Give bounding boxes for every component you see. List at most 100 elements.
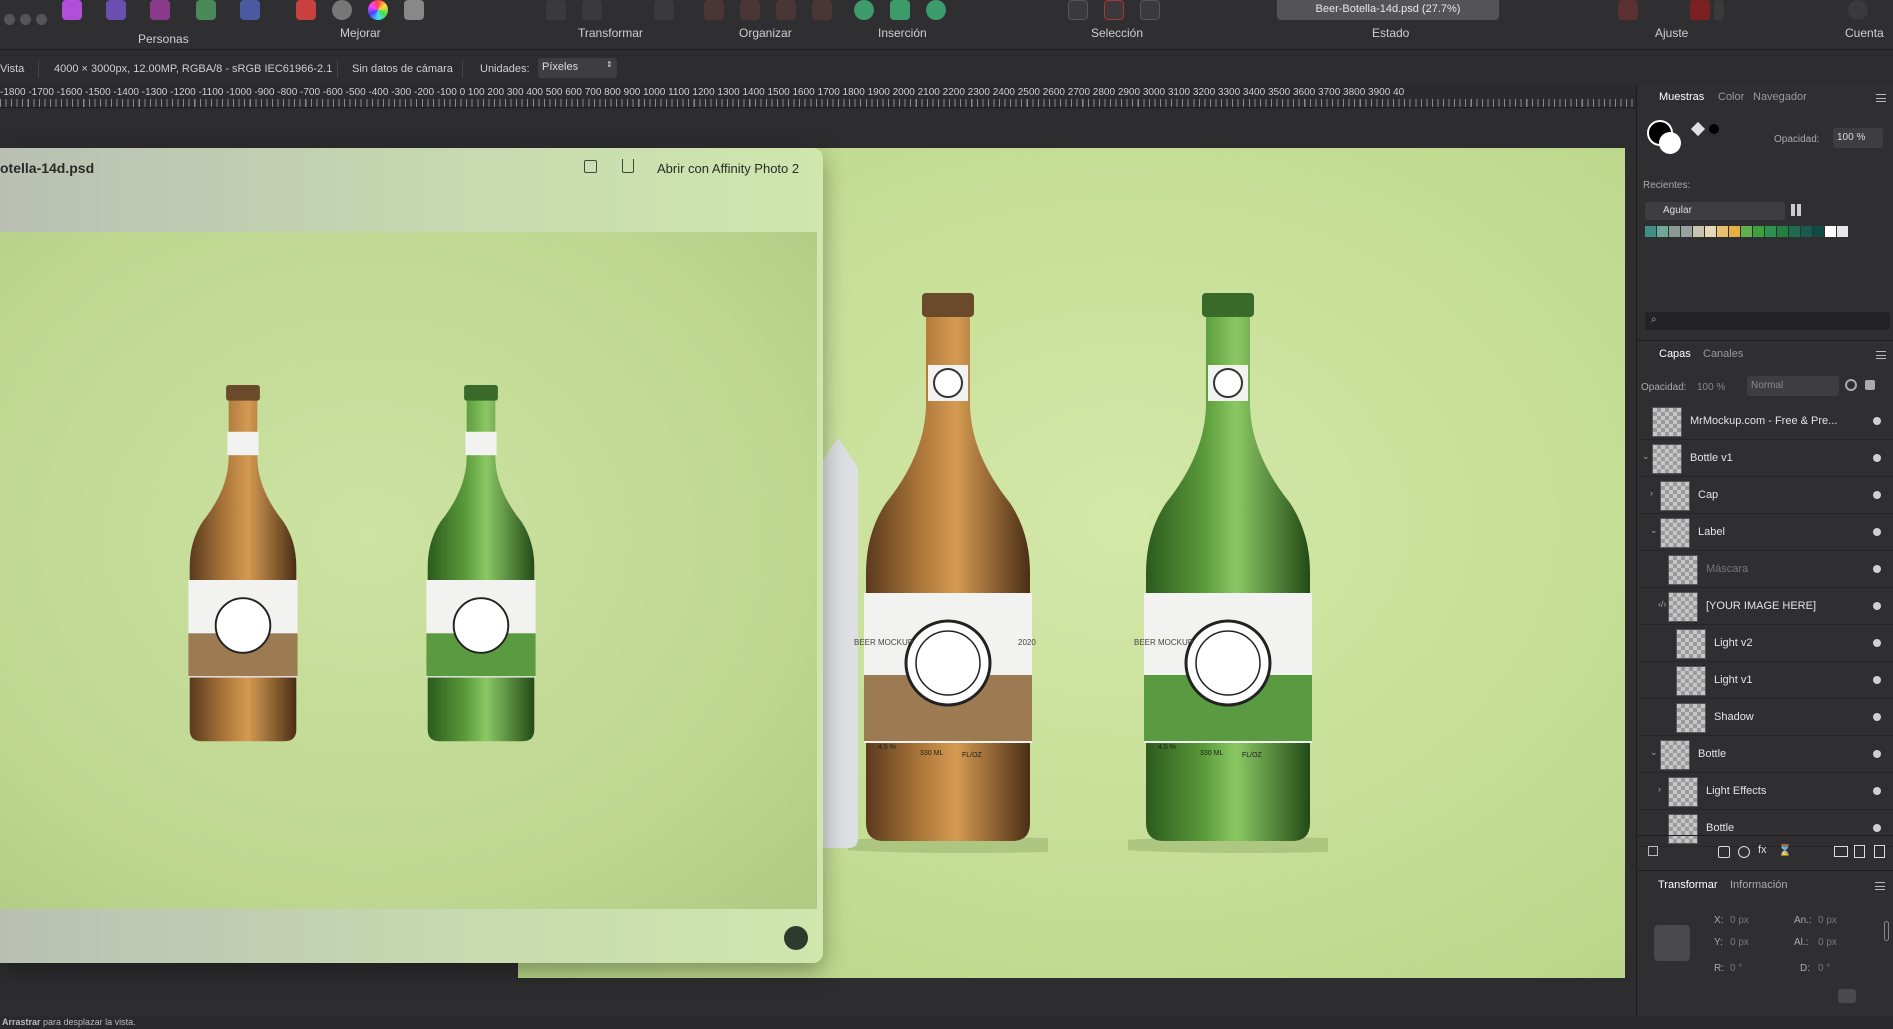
swatch[interactable] [1765,226,1776,237]
chevron-icon[interactable]: › [1650,488,1653,498]
visibility-icon[interactable] [1873,417,1881,425]
window-dot-icon[interactable] [4,14,15,25]
swatch[interactable] [1729,226,1740,237]
photo-persona-icon[interactable] [62,0,82,20]
visibility-icon[interactable] [1873,713,1881,721]
arrange-forward-icon[interactable] [740,0,760,20]
layer-row[interactable]: ⌄ Bottle v1 [1638,440,1893,477]
insert-inside-icon[interactable] [854,0,874,20]
visibility-icon[interactable] [1873,676,1881,684]
color-wheel-icon[interactable] [368,0,388,20]
swatch-opacity-field[interactable]: 100 % [1833,128,1883,148]
chevron-icon[interactable]: › [1658,784,1661,794]
panel-menu-icon[interactable] [1875,882,1885,890]
insert-top-icon[interactable] [926,0,946,20]
link-icon[interactable] [1884,921,1889,941]
swatch[interactable] [1741,226,1752,237]
swatch-search-input[interactable]: ⌕ [1645,312,1890,330]
flip-horizontal-icon[interactable] [546,0,566,20]
tone-mapping-persona-icon[interactable] [196,0,216,20]
swatch[interactable] [1693,226,1704,237]
visibility-icon[interactable] [1873,565,1881,573]
visibility-icon[interactable] [1873,491,1881,499]
duplicate-icon[interactable] [1648,846,1658,856]
color-dot-icon[interactable] [1709,124,1719,134]
chevron-icon[interactable]: ⌄ [1642,451,1650,462]
fullscreen-icon[interactable] [584,160,597,173]
flip-vertical-icon[interactable] [582,0,602,20]
mask-icon[interactable] [1718,846,1730,858]
shear-field[interactable]: 0 ° [1818,963,1830,974]
folder-icon[interactable] [1834,846,1848,857]
tab-informacion[interactable]: Información [1730,879,1787,891]
quicklook-window[interactable]: otella-14d.psd Abrir con Affinity Photo … [0,148,823,963]
swatch[interactable] [1825,226,1836,237]
tab-capas[interactable]: Capas [1659,348,1691,360]
layer-opacity-value[interactable]: 100 % [1697,382,1725,393]
develop-persona-icon[interactable] [150,0,170,20]
gear-icon[interactable] [1845,379,1857,391]
fx-icon[interactable]: fx [1758,844,1767,856]
anchor-grid-icon[interactable] [1654,925,1690,961]
deselect-icon[interactable] [1104,0,1124,20]
x-field[interactable]: 0 px [1730,915,1749,926]
arrange-front-icon[interactable] [704,0,724,20]
blend-mode-select[interactable]: Normal [1747,376,1839,396]
live-filter-icon[interactable]: ⌛ [1778,844,1792,857]
swatch[interactable] [1717,226,1728,237]
layer-row[interactable]: › Cap [1638,477,1893,514]
red-eye-icon[interactable] [296,0,316,20]
arrange-backward-icon[interactable] [812,0,832,20]
swatch[interactable] [1705,226,1716,237]
units-select[interactable]: Píxeles ⇕ [538,58,617,78]
layer-row[interactable]: › Light Effects [1638,773,1893,810]
window-dot-icon[interactable] [20,14,31,25]
palette-select[interactable]: Agular [1645,202,1785,220]
layer-row[interactable]: Light v2 [1638,625,1893,662]
export-persona-icon[interactable] [240,0,260,20]
visibility-icon[interactable] [1873,639,1881,647]
swatch[interactable] [1669,226,1680,237]
rotation-field[interactable]: 0 ° [1730,963,1742,974]
layer-row[interactable]: ⌄ Bottle [1638,736,1893,773]
chevron-down-icon[interactable] [1714,0,1724,20]
select-all-icon[interactable] [1068,0,1088,20]
rotate-icon[interactable] [654,0,674,20]
width-field[interactable]: 0 px [1818,915,1837,926]
layer-row[interactable]: Máscara [1638,551,1893,588]
tab-canales[interactable]: Canales [1703,348,1743,360]
adjustment-layer-icon[interactable] [1738,846,1750,858]
layer-row[interactable]: ⌄ Label [1638,514,1893,551]
swatch[interactable] [1681,226,1692,237]
arrange-back-icon[interactable] [776,0,796,20]
panel-menu-icon[interactable] [1876,94,1886,102]
auto-fix-icon[interactable] [404,0,424,20]
stroke-color-icon[interactable] [1659,132,1681,154]
share-icon[interactable] [622,159,634,173]
adjustment-icon[interactable] [1618,0,1638,20]
tab-transformar[interactable]: Transformar [1658,879,1718,891]
liquify-persona-icon[interactable] [106,0,126,20]
tab-navegador[interactable]: Navegador [1753,91,1807,103]
swatch[interactable] [1753,226,1764,237]
document-status-button[interactable]: Beer-Botella-14d.psd (27.7%) [1277,0,1499,20]
swatch[interactable] [1657,226,1668,237]
account-icon[interactable] [1848,0,1868,20]
swatch[interactable] [1777,226,1788,237]
trash-icon[interactable] [1874,845,1885,858]
layer-row[interactable]: MrMockup.com - Free & Pre... [1638,403,1893,440]
swatch[interactable] [1789,226,1800,237]
visibility-icon[interactable] [1873,454,1881,462]
chevron-icon[interactable]: ⌄ [1650,747,1658,758]
eyedropper-icon[interactable] [1690,121,1706,137]
y-field[interactable]: 0 px [1730,937,1749,948]
panel-menu-icon[interactable] [1876,351,1886,359]
layer-row[interactable]: Shadow [1638,699,1893,736]
visibility-icon[interactable] [1873,787,1881,795]
swatch[interactable] [1801,226,1812,237]
swatch[interactable] [1837,226,1848,237]
visibility-icon[interactable] [1873,824,1881,832]
invert-selection-icon[interactable] [1140,0,1160,20]
visibility-icon[interactable] [1873,602,1881,610]
layer-row[interactable]: Light v1 [1638,662,1893,699]
